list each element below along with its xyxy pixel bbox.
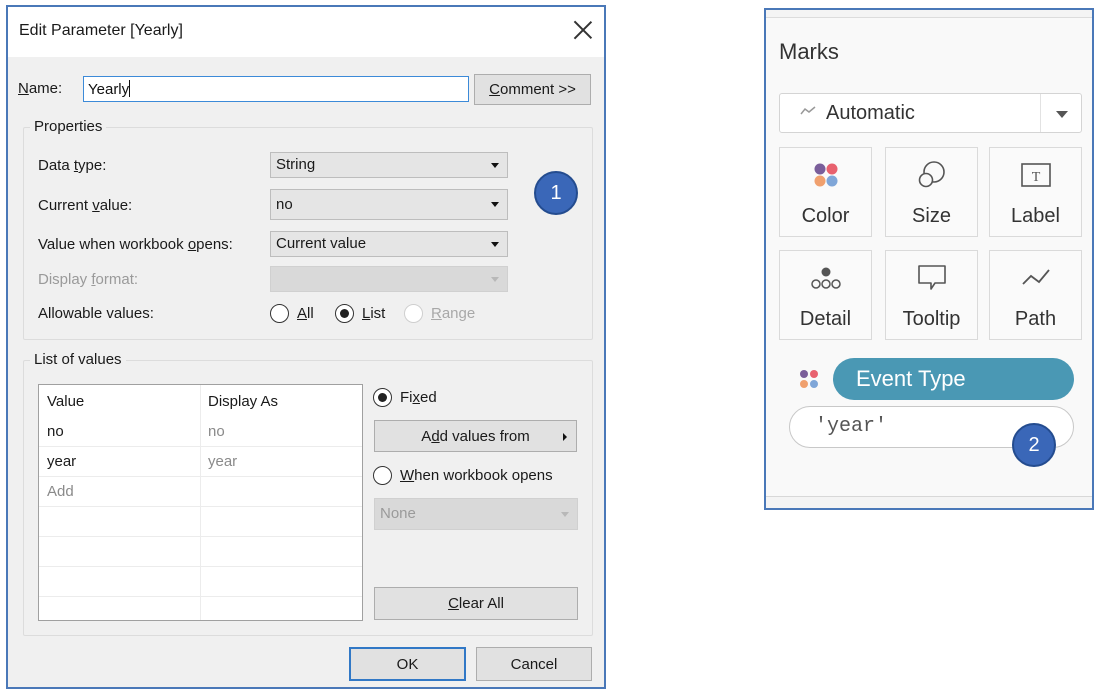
- path-icon: [1021, 269, 1050, 285]
- table-row-add[interactable]: Add: [39, 477, 362, 507]
- add-value-placeholder[interactable]: Add: [39, 477, 200, 507]
- add-values-from-button[interactable]: Add values from: [374, 420, 577, 452]
- size-label: Size: [912, 205, 951, 227]
- panel-top-edge: [766, 10, 1092, 18]
- when-workbook-opens-radio[interactable]: When workbook opens: [373, 466, 553, 485]
- allowable-all-radio[interactable]: All: [270, 304, 314, 323]
- table-row[interactable]: year year: [39, 447, 362, 477]
- table-row-empty: [39, 537, 362, 567]
- label-icon: T: [1020, 163, 1051, 187]
- label-label: Label: [1011, 205, 1060, 227]
- column-header-value: Value: [47, 393, 85, 410]
- clear-all-button[interactable]: Clear All: [374, 587, 578, 620]
- allowable-range-radio: Range: [404, 304, 475, 323]
- cancel-button[interactable]: Cancel: [476, 647, 592, 681]
- comment-button[interactable]: Comment >>: [474, 74, 591, 105]
- mark-type-value: Automatic: [826, 102, 915, 124]
- marks-card: Marks Automatic Color Size T Label Detai…: [764, 8, 1094, 510]
- marks-title: Marks: [779, 39, 839, 64]
- allowable-values-label: Allowable values:: [38, 305, 154, 322]
- size-shelf-button[interactable]: Size: [885, 147, 978, 237]
- tooltip-label: Tooltip: [902, 308, 961, 330]
- chevron-down-icon: [491, 242, 499, 247]
- allowable-list-radio[interactable]: List: [335, 304, 385, 323]
- size-icon: [918, 161, 945, 188]
- table-row-empty: [39, 597, 362, 627]
- path-shelf-button[interactable]: Path: [989, 250, 1082, 340]
- chevron-down-icon: [491, 277, 499, 282]
- tooltip-shelf-button[interactable]: Tooltip: [885, 250, 978, 340]
- workbook-opens-select[interactable]: Current value: [270, 231, 508, 257]
- current-value-label: Current value:: [38, 197, 133, 214]
- column-header-display-as: Display As: [208, 393, 279, 410]
- name-label: Name:: [18, 80, 63, 97]
- name-input[interactable]: Yearly: [83, 76, 469, 102]
- chevron-down-icon: [491, 202, 499, 207]
- table-row-empty: [39, 567, 362, 597]
- when-opens-source-select: None: [374, 498, 578, 530]
- dialog-titlebar: Edit Parameter [Yearly]: [8, 7, 604, 57]
- display-format-select: [270, 266, 508, 292]
- display-format-label: Display format:: [38, 271, 139, 288]
- panel-bottom-edge: [766, 496, 1092, 508]
- dialog-title: Edit Parameter [Yearly]: [19, 22, 183, 39]
- svg-text:T: T: [1031, 170, 1040, 185]
- properties-legend: Properties: [30, 118, 107, 135]
- mark-type-dropdown[interactable]: Automatic: [779, 93, 1082, 133]
- radio-unchecked-icon: [373, 466, 392, 485]
- table-header: Value Display As: [39, 385, 362, 415]
- values-table[interactable]: Value Display As no no year year Add: [38, 384, 363, 621]
- color-label: Color: [801, 205, 850, 227]
- color-icon: [814, 163, 837, 187]
- chevron-down-icon: [1056, 111, 1068, 118]
- display-as-cell[interactable]: year: [200, 447, 362, 477]
- radio-checked-icon: [373, 388, 392, 407]
- ok-button[interactable]: OK: [349, 647, 466, 681]
- color-shelf-button[interactable]: Color: [779, 147, 872, 237]
- event-type-color-pill[interactable]: Event Type: [833, 358, 1074, 400]
- data-type-select[interactable]: String: [270, 152, 508, 178]
- fixed-radio[interactable]: Fi x ed: [373, 388, 437, 407]
- table-row-empty: [39, 507, 362, 537]
- list-of-values-legend: List of values: [30, 351, 126, 368]
- detail-icon: [810, 267, 841, 289]
- workbook-opens-label: Value when workbook opens:: [38, 236, 233, 253]
- display-as-cell[interactable]: no: [200, 417, 362, 447]
- radio-unchecked-icon: [270, 304, 289, 323]
- radio-checked-icon: [335, 304, 354, 323]
- detail-label: Detail: [799, 308, 852, 330]
- edit-parameter-dialog: Edit Parameter [Yearly] Name: Yearly Com…: [6, 5, 606, 689]
- chevron-right-icon: [563, 433, 567, 441]
- data-type-label: Data type:: [38, 157, 107, 174]
- table-row[interactable]: no no: [39, 417, 362, 447]
- color-icon: [800, 370, 818, 388]
- path-label: Path: [1014, 308, 1057, 330]
- current-value-select[interactable]: no: [270, 189, 508, 220]
- annotation-badge-2: 2: [1012, 423, 1056, 467]
- value-cell[interactable]: no: [39, 417, 200, 447]
- detail-shelf-button[interactable]: Detail: [779, 250, 872, 340]
- close-icon[interactable]: [570, 17, 596, 43]
- chevron-down-icon: [491, 163, 499, 168]
- dropdown-separator: [1040, 94, 1041, 132]
- radio-unchecked-icon: [404, 304, 423, 323]
- value-cell[interactable]: year: [39, 447, 200, 477]
- automatic-line-icon: [800, 106, 816, 115]
- annotation-badge-1: 1: [534, 171, 578, 215]
- label-shelf-button[interactable]: T Label: [989, 147, 1082, 237]
- chevron-down-icon: [561, 512, 569, 517]
- tooltip-icon: [917, 265, 946, 290]
